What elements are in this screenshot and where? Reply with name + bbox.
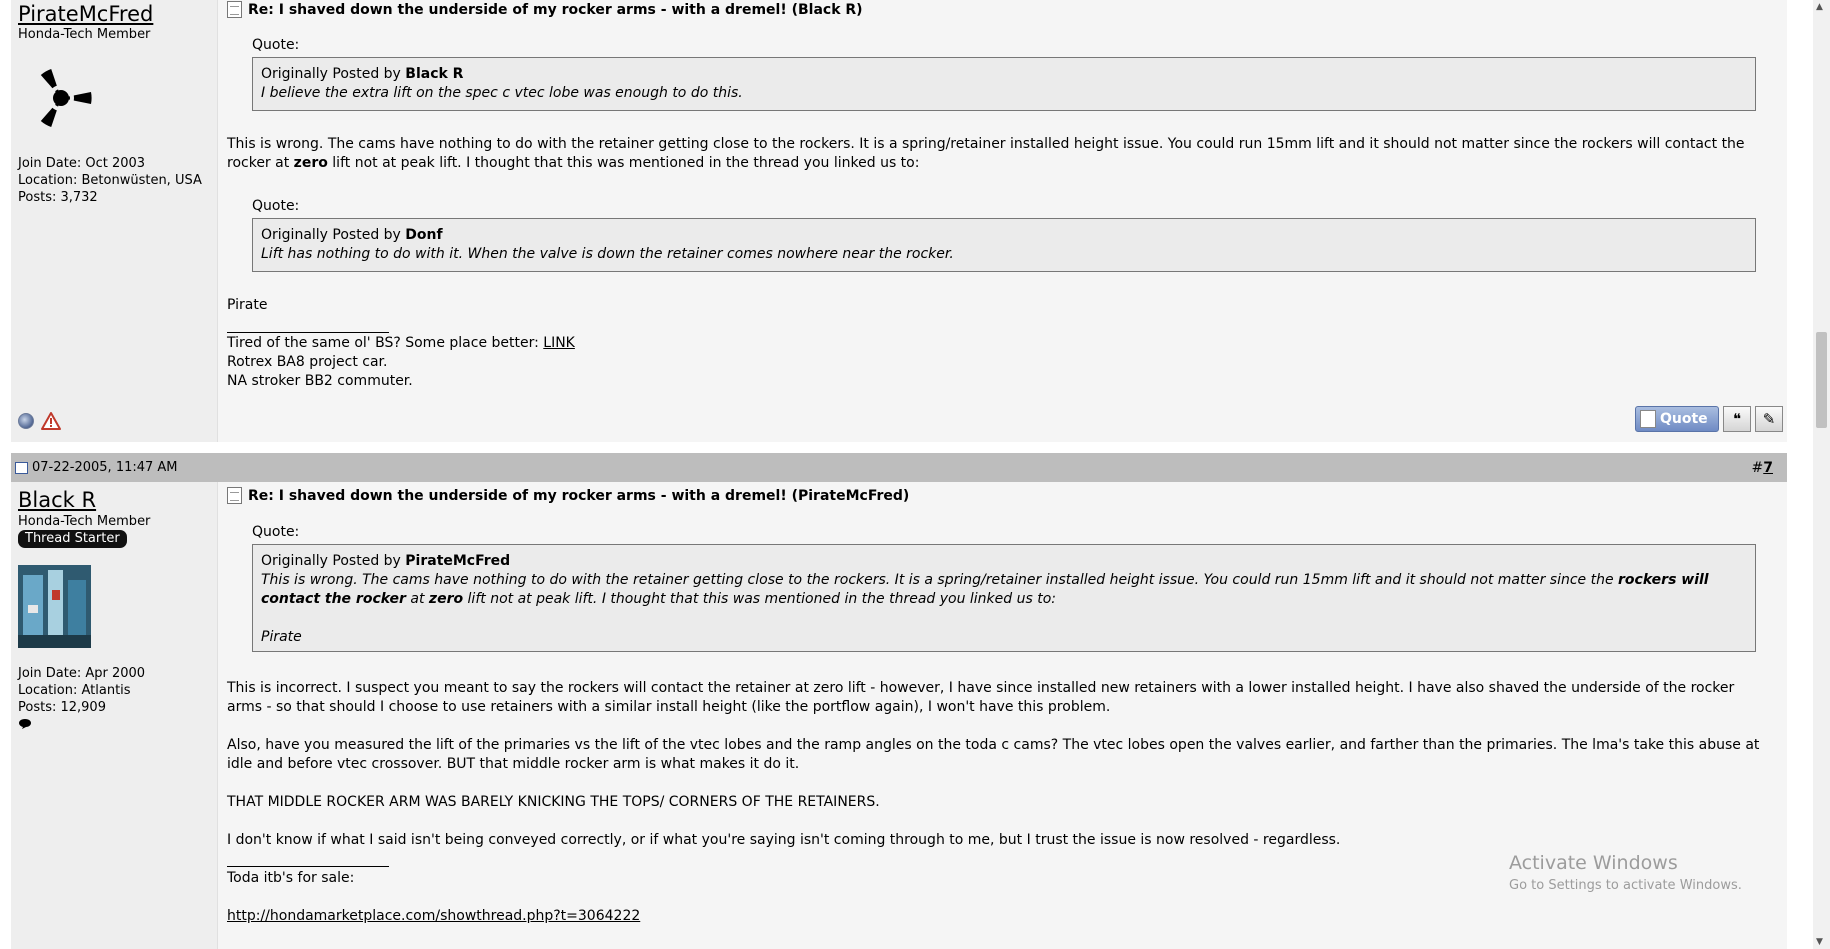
quote-label: Quote: xyxy=(252,198,300,214)
signature-line: Rotrex BA8 project car. xyxy=(227,354,388,370)
post-number: #7 xyxy=(1752,460,1787,476)
quote-text-c: lift not at peak lift. I thought that th… xyxy=(463,591,1057,607)
post-date: 07-22-2005, 11:47 AM xyxy=(11,460,178,475)
quote-attribution: Originally Posted by Black R xyxy=(261,65,1747,84)
quote-text: This is wrong. The cams have nothing to … xyxy=(261,571,1747,609)
join-date: Join Date: Apr 2000 xyxy=(18,666,146,681)
body-bold: zero xyxy=(293,155,328,171)
location: Location: Atlantis xyxy=(18,683,131,698)
quote-button[interactable]: Quote xyxy=(1635,406,1719,432)
quote-block: Originally Posted by PirateMcFred This i… xyxy=(252,544,1756,652)
watermark-subtitle: Go to Settings to activate Windows. xyxy=(1509,878,1742,893)
private-message-icon[interactable] xyxy=(18,718,32,730)
new-post-icon xyxy=(15,461,28,474)
post-paragraph: I don't know if what I said isn't being … xyxy=(227,832,1341,848)
post-document-icon xyxy=(227,487,242,504)
activate-windows-watermark: Activate Windows Go to Settings to activ… xyxy=(1509,852,1742,893)
post-paragraph: THAT MIDDLE ROCKER ARM WAS BARELY KNICKI… xyxy=(227,794,880,810)
post-title-text: Re: I shaved down the underside of my ro… xyxy=(248,487,910,504)
post-paragraph: This is incorrect. I suspect you meant t… xyxy=(227,680,1735,715)
watermark-title: Activate Windows xyxy=(1509,852,1678,874)
thread-page: PirateMcFred Honda-Tech Member Join Date… xyxy=(11,0,1787,949)
quote-text-a: This is wrong. The cams have nothing to … xyxy=(261,572,1619,588)
quote-text: I believe the extra lift on the spec c v… xyxy=(261,85,743,101)
quote-label: Quote: xyxy=(252,524,300,540)
username-link[interactable]: PirateMcFred xyxy=(18,2,153,26)
user-title: Honda-Tech Member xyxy=(18,27,151,42)
scroll-up-icon[interactable]: ▲ xyxy=(1816,2,1823,12)
report-warning-icon[interactable] xyxy=(40,411,62,431)
quote-author: PirateMcFred xyxy=(405,553,511,569)
quote-text: Lift has nothing to do with it. When the… xyxy=(261,246,954,262)
quote-block: Originally Posted by Black R I believe t… xyxy=(252,57,1756,111)
post-action-buttons: Quote ❝ ✎ xyxy=(1635,406,1783,432)
signature-text: Tired of the same ol' BS? Some place bet… xyxy=(227,335,544,351)
post-header-bar: 07-22-2005, 11:47 AM #7 xyxy=(11,453,1787,482)
post-date-text: 07-22-2005, 11:47 AM xyxy=(32,460,178,475)
quote-signoff: Pirate xyxy=(261,629,302,645)
signature-divider xyxy=(227,332,389,333)
quote-attribution: Originally Posted by Donf xyxy=(261,226,1747,245)
post-number-link[interactable]: 7 xyxy=(1763,460,1773,476)
post-status-icons xyxy=(18,411,62,431)
post-count: Posts: 12,909 xyxy=(18,700,106,715)
username-link[interactable]: Black R xyxy=(18,488,96,512)
quote-label: Quote: xyxy=(252,37,300,53)
location: Location: Betonwüsten, USA xyxy=(18,173,202,188)
quote-author: Donf xyxy=(405,227,443,243)
quote-text-b: at xyxy=(405,591,429,607)
signature: Tired of the same ol' BS? Some place bet… xyxy=(227,334,1769,391)
quote-prefix: Originally Posted by xyxy=(261,553,406,569)
post-title: Re: I shaved down the underside of my ro… xyxy=(227,1,863,18)
signoff: Pirate xyxy=(227,297,268,313)
quote-author: Black R xyxy=(405,66,464,82)
quote-block: Originally Posted by Donf Lift has nothi… xyxy=(252,218,1756,272)
post-content: Re: I shaved down the underside of my ro… xyxy=(227,0,1787,442)
post-title-text: Re: I shaved down the underside of my ro… xyxy=(248,1,863,18)
multiquote-icon[interactable]: ❝ xyxy=(1723,406,1751,432)
signature-divider xyxy=(227,866,389,867)
scrollbar-thumb[interactable] xyxy=(1816,332,1827,428)
post-body: This is wrong. The cams have nothing to … xyxy=(227,135,1769,173)
quote-icon xyxy=(1640,410,1656,428)
quote-prefix: Originally Posted by xyxy=(261,227,406,243)
quote-button-label: Quote xyxy=(1660,411,1708,427)
post-number-prefix: # xyxy=(1751,459,1764,476)
radiation-avatar xyxy=(40,69,92,127)
thread-starter-badge: Thread Starter xyxy=(18,530,127,548)
signature-link[interactable]: http://hondamarketplace.com/showthread.p… xyxy=(227,908,640,924)
user-avatar[interactable] xyxy=(18,565,91,648)
signature-line: NA stroker BB2 commuter. xyxy=(227,373,413,389)
post-document-icon xyxy=(227,1,242,18)
user-sidebar: Black R Honda-Tech Member Thread Starter… xyxy=(11,482,218,949)
post-count: Posts: 3,732 xyxy=(18,190,98,205)
post-paragraph: Also, have you measured the lift of the … xyxy=(227,737,1760,772)
post-pirate: PirateMcFred Honda-Tech Member Join Date… xyxy=(11,0,1787,442)
quote-prefix: Originally Posted by xyxy=(261,66,406,82)
signature-link[interactable]: LINK xyxy=(543,335,575,351)
signature: http://hondamarketplace.com/showthread.p… xyxy=(227,907,1769,926)
post-title: Re: I shaved down the underside of my ro… xyxy=(227,487,909,504)
vertical-scrollbar[interactable]: ▲ ▼ xyxy=(1813,0,1830,949)
user-sidebar: PirateMcFred Honda-Tech Member Join Date… xyxy=(11,0,218,442)
signature-line: Tired of the same ol' BS? Some place bet… xyxy=(227,334,1769,353)
user-title: Honda-Tech Member xyxy=(18,514,151,529)
online-status-icon[interactable] xyxy=(18,413,34,429)
body-text-part2: lift not at peak lift. I thought that th… xyxy=(327,155,920,171)
scroll-down-icon[interactable]: ▼ xyxy=(1816,937,1823,947)
edit-post-icon[interactable]: ✎ xyxy=(1755,406,1783,432)
join-date: Join Date: Oct 2003 xyxy=(18,156,146,171)
quote-attribution: Originally Posted by PirateMcFred xyxy=(261,552,1747,571)
quote-bold-2: zero xyxy=(428,591,464,607)
